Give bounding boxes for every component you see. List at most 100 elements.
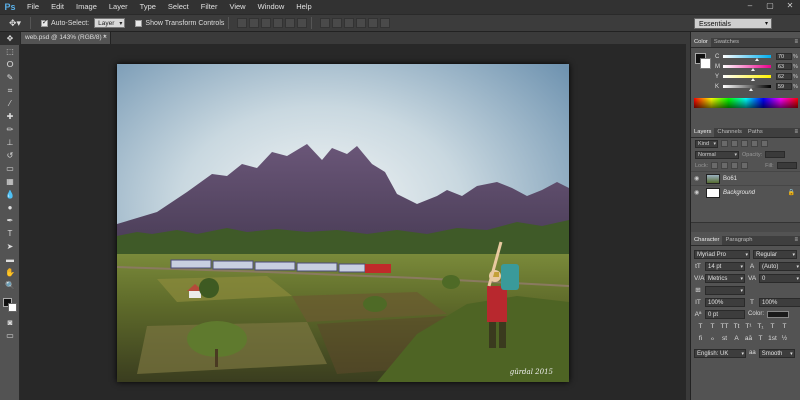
font-family-dropdown[interactable]: Myriad Pro [694, 249, 750, 259]
color-spectrum[interactable] [694, 98, 798, 108]
color-value-field[interactable]: 62 [776, 73, 792, 80]
menu-layer[interactable]: Layer [103, 0, 134, 14]
font-style-button[interactable]: TT [720, 322, 729, 331]
font-style-button[interactable]: T [708, 322, 717, 331]
filter-adjustment-icon[interactable] [731, 140, 739, 147]
quick-select-icon[interactable]: ✎ [0, 71, 20, 84]
marquee-icon[interactable]: ⬚ [0, 45, 20, 58]
tab-paths[interactable]: Paths [745, 128, 766, 137]
minimize-button[interactable]: – [740, 0, 760, 12]
font-style-button[interactable]: T [780, 322, 789, 331]
workspace-dropdown[interactable]: Essentials [694, 18, 772, 30]
pen-icon[interactable]: ✒ [0, 214, 20, 227]
align-right-icon[interactable] [297, 18, 308, 28]
color-slider-thumb[interactable] [750, 78, 755, 81]
menu-help[interactable]: Help [290, 0, 317, 14]
lock-transparent-icon[interactable] [711, 162, 719, 169]
menu-file[interactable]: File [21, 0, 45, 14]
quick-mask-icon[interactable]: ◙ [0, 316, 20, 329]
stamp-icon[interactable]: ⊥ [0, 136, 20, 149]
color-value-field[interactable]: 59 [776, 83, 792, 90]
opentype-button[interactable]: ½ [780, 334, 789, 343]
opentype-button[interactable]: ℴ [708, 334, 717, 343]
healing-icon[interactable]: ✚ [0, 110, 20, 123]
document-tab[interactable]: web.psd @ 143% (RGB/8) * × [21, 32, 111, 44]
tab-character[interactable]: Character [691, 236, 723, 245]
hand-icon[interactable]: ✋ [0, 266, 20, 279]
font-style-button[interactable]: T [768, 322, 777, 331]
color-value-field[interactable]: 70 [776, 53, 792, 60]
screen-mode-icon[interactable]: ▭ [0, 329, 20, 342]
tsume-dropdown[interactable] [705, 285, 745, 295]
color-slider-thumb[interactable] [751, 68, 756, 71]
font-size-dropdown[interactable]: 14 pt [705, 261, 745, 271]
visibility-eye-icon[interactable]: ◉ [694, 175, 703, 182]
filter-type-icon[interactable] [741, 140, 749, 147]
path-select-icon[interactable]: ➤ [0, 240, 20, 253]
type-icon[interactable]: T [0, 227, 20, 240]
color-value-field[interactable]: 63 [776, 63, 792, 70]
menu-image[interactable]: Image [70, 0, 103, 14]
distribute-vcenter-icon[interactable] [332, 18, 343, 28]
panel-menu-icon[interactable]: ≡ [794, 38, 798, 47]
background-color-swatch[interactable] [700, 58, 711, 69]
menu-window[interactable]: Window [252, 0, 291, 14]
font-style-button[interactable]: T¹ [744, 322, 753, 331]
show-transform-checkbox[interactable] [135, 19, 143, 27]
menu-edit[interactable]: Edit [45, 0, 70, 14]
menu-type[interactable]: Type [134, 0, 162, 14]
panel-menu-icon[interactable]: ≡ [794, 128, 798, 137]
auto-select-checkbox[interactable] [41, 18, 48, 27]
color-slider-thumb[interactable] [749, 88, 754, 91]
opentype-button[interactable]: st [720, 334, 729, 343]
opacity-field[interactable] [765, 151, 786, 158]
move-icon[interactable]: ✥ [0, 32, 20, 45]
menu-select[interactable]: Select [162, 0, 195, 14]
lasso-icon[interactable]: ⵔ [0, 58, 20, 71]
opentype-button[interactable]: aā [744, 334, 753, 343]
font-style-button[interactable]: T [696, 322, 705, 331]
layer-row[interactable]: ◉ Βο61 [691, 171, 800, 185]
lock-all-icon[interactable] [741, 162, 749, 169]
font-style-button[interactable]: Tt [732, 322, 741, 331]
filter-smart-object-icon[interactable] [761, 140, 769, 147]
distribute-left-icon[interactable] [356, 18, 367, 28]
menu-filter[interactable]: Filter [195, 0, 224, 14]
blur-icon[interactable]: 💧 [0, 188, 20, 201]
distribute-right-icon[interactable] [380, 18, 391, 28]
vertical-scale-field[interactable]: 100% [705, 297, 745, 307]
language-dropdown[interactable]: English: UK [694, 348, 746, 358]
crop-icon[interactable]: ⌗ [0, 84, 20, 97]
auto-select-target-dropdown[interactable]: Layer [94, 18, 126, 29]
color-slider-track[interactable] [723, 85, 771, 91]
antialias-dropdown[interactable]: Smooth [758, 348, 795, 358]
color-slider-thumb[interactable] [754, 58, 759, 61]
blend-mode-dropdown[interactable]: Normal [695, 150, 739, 159]
visibility-eye-icon[interactable]: ◉ [694, 189, 703, 196]
text-color-swatch[interactable] [767, 310, 790, 318]
align-bottom-icon[interactable] [261, 18, 272, 28]
color-slider-track[interactable] [723, 75, 771, 81]
shape-icon[interactable]: ▬ [0, 253, 20, 266]
layer-row[interactable]: ◉ Background 🔒 [691, 185, 800, 199]
align-top-icon[interactable] [237, 18, 248, 28]
distribute-hcenter-icon[interactable] [368, 18, 379, 28]
horizontal-scale-field[interactable]: 100% [759, 297, 800, 307]
tracking-dropdown[interactable]: 0 [759, 273, 800, 283]
distribute-bottom-icon[interactable] [344, 18, 355, 28]
opentype-button[interactable]: 1st [768, 334, 777, 343]
tab-swatches[interactable]: Swatches [711, 38, 742, 47]
tab-channels[interactable]: Channels [714, 128, 745, 137]
lock-image-icon[interactable] [721, 162, 729, 169]
background-color-swatch[interactable] [8, 303, 17, 312]
eraser-icon[interactable]: ▭ [0, 162, 20, 175]
brush-icon[interactable]: ✏ [0, 123, 20, 136]
gradient-icon[interactable]: ▦ [0, 175, 20, 188]
color-slider-track[interactable] [723, 55, 771, 61]
align-hcenter-icon[interactable] [285, 18, 296, 28]
lock-position-icon[interactable] [731, 162, 739, 169]
maximize-button[interactable]: ▢ [760, 0, 780, 12]
distribute-top-icon[interactable] [320, 18, 331, 28]
close-icon[interactable]: × [103, 32, 107, 44]
opentype-button[interactable]: T [756, 334, 765, 343]
